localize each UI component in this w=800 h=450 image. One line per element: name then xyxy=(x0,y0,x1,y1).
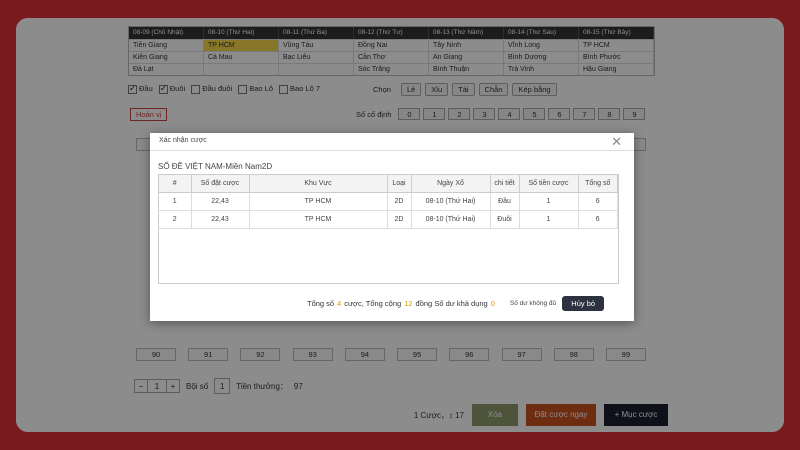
bet-table-wrapper: # Số đặt cược Khu Vực Loại Ngày Xổ chi t… xyxy=(158,174,619,284)
table-cell: 2D xyxy=(387,192,412,211)
column-header: Số tiền cược xyxy=(519,175,579,193)
table-row: 2 22,43 TP HCM 2D 08-10 (Thứ Hai) Đuôi 1… xyxy=(159,210,618,229)
table-cell: TP HCM xyxy=(249,192,388,211)
cancel-button[interactable]: Hủy bỏ xyxy=(562,296,605,311)
table-cell: 08-10 (Thứ Hai) xyxy=(411,192,491,211)
balance-label: đồng Số dư khả dụng xyxy=(415,299,488,308)
column-header: Loại xyxy=(387,175,412,193)
column-header: Số đặt cược xyxy=(191,175,250,193)
table-cell: TP HCM xyxy=(249,210,388,229)
dialog-header: Xác nhận cược ✕ xyxy=(150,133,634,151)
column-header: Ngày Xổ xyxy=(411,175,491,193)
bet-count: 4 xyxy=(337,299,342,308)
table-cell: 22,43 xyxy=(191,210,250,229)
confirm-bet-dialog: Xác nhận cược ✕ SỐ ĐỀ VIỆT NAM-Miền Nam2… xyxy=(150,133,634,321)
total-amount: 12 xyxy=(404,299,413,308)
dialog-subtitle: SỐ ĐỀ VIỆT NAM-Miền Nam2D xyxy=(158,162,273,171)
table-cell: 2D xyxy=(387,210,412,229)
total-label: Tổng số xyxy=(307,299,335,308)
column-header: chi tiết xyxy=(490,175,520,193)
dialog-title: Xác nhận cược xyxy=(159,137,207,144)
total-text: cược, Tổng cộng xyxy=(344,299,402,308)
table-cell: Đuôi xyxy=(490,210,520,229)
table-cell: 1 xyxy=(159,192,192,211)
bet-table: # Số đặt cược Khu Vực Loại Ngày Xổ chi t… xyxy=(159,175,618,229)
balance-value: 0 xyxy=(490,299,495,308)
table-cell: Đầu xyxy=(490,192,520,211)
table-cell: 1 xyxy=(519,192,579,211)
table-cell: 6 xyxy=(578,192,618,211)
table-cell: 08-10 (Thứ Hai) xyxy=(411,210,491,229)
close-icon[interactable]: ✕ xyxy=(611,134,622,150)
table-row: 1 22,43 TP HCM 2D 08-10 (Thứ Hai) Đầu 1 … xyxy=(159,192,618,211)
table-cell: 22,43 xyxy=(191,192,250,211)
column-header: Tổng số xyxy=(578,175,618,193)
dialog-footer: Tổng số 4 cược, Tổng cộng 12 đồng Số dư … xyxy=(307,296,605,311)
table-header-row: # Số đặt cược Khu Vực Loại Ngày Xổ chi t… xyxy=(159,175,618,193)
column-header: # xyxy=(159,175,192,193)
column-header: Khu Vực xyxy=(249,175,388,193)
table-cell: 6 xyxy=(578,210,618,229)
table-cell: 2 xyxy=(159,210,192,229)
table-cell: 1 xyxy=(519,210,579,229)
insufficient-balance-text: Số dư không đủ xyxy=(509,300,557,307)
app-frame: 08-09 (Chủ Nhật) 08-10 (Thứ Hai) 08-11 (… xyxy=(16,18,784,432)
